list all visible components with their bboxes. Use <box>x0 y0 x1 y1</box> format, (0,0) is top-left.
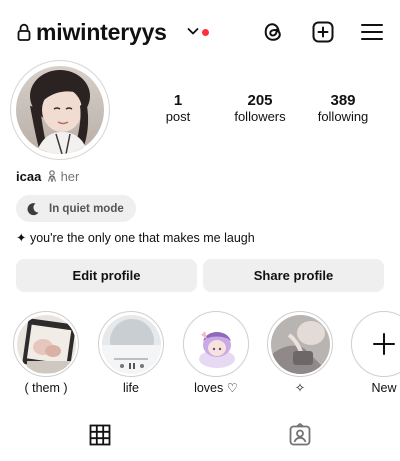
highlight-item[interactable]: life <box>96 311 166 396</box>
highlight-ring <box>267 311 333 377</box>
create-plus-icon[interactable] <box>311 20 335 44</box>
following-label: following <box>317 109 369 124</box>
following-stat[interactable]: 389 following <box>298 92 388 125</box>
followers-stat[interactable]: 205 followers <box>215 92 305 125</box>
highlight-cover <box>101 314 161 374</box>
profile-avatar[interactable] <box>16 66 104 154</box>
highlight-label: ( them ) <box>24 381 68 395</box>
highlight-label: New <box>371 381 397 395</box>
moon-icon <box>27 202 39 215</box>
highlight-item[interactable]: ( them ) <box>11 311 81 396</box>
new-highlight-button[interactable]: New <box>349 311 400 396</box>
tagged-icon[interactable] <box>288 423 312 447</box>
posts-count: 1 <box>173 92 183 109</box>
quiet-mode-badge[interactable]: In quiet mode <box>16 195 136 222</box>
posts-label: post <box>165 109 191 124</box>
person-icon <box>47 170 56 184</box>
followers-count: 205 <box>247 92 273 109</box>
following-count: 389 <box>330 92 356 109</box>
posts-stat[interactable]: 1 post <box>133 92 223 125</box>
share-profile-button[interactable]: Share profile <box>203 259 384 292</box>
highlight-ring <box>351 311 400 377</box>
highlight-label: ✧ <box>294 381 306 395</box>
highlight-ring <box>98 311 164 377</box>
highlight-cover <box>270 314 330 374</box>
grid-icon[interactable] <box>88 423 112 447</box>
followers-label: followers <box>234 109 286 124</box>
profile-avatar-ring[interactable] <box>10 60 110 160</box>
top-bar: miwinteryys <box>0 0 400 66</box>
profile-bio: ✦ you're the only one that makes me laug… <box>16 231 255 245</box>
chevron-down-icon[interactable] <box>186 24 200 38</box>
notification-dot <box>202 29 209 36</box>
highlight-ring <box>13 311 79 377</box>
highlight-label: loves ♡ <box>194 381 238 395</box>
threads-icon[interactable] <box>261 20 285 44</box>
edit-profile-button[interactable]: Edit profile <box>16 259 197 292</box>
menu-icon[interactable] <box>360 21 384 43</box>
display-name: icaa <box>16 169 42 184</box>
lock-icon <box>17 23 31 41</box>
quiet-mode-label: In quiet mode <box>49 202 124 215</box>
highlight-label: life <box>123 381 139 395</box>
highlight-item[interactable]: ✧ <box>265 311 335 396</box>
plus-icon <box>373 333 395 355</box>
profile-username[interactable]: miwinteryys <box>36 18 167 46</box>
pronouns: her <box>60 169 80 184</box>
highlight-cover <box>186 314 246 374</box>
highlight-ring <box>183 311 249 377</box>
name-row: icaa her <box>16 169 79 185</box>
avatar-photo <box>16 66 104 154</box>
highlight-cover <box>16 314 76 374</box>
highlight-item[interactable]: loves ♡ <box>181 311 251 396</box>
